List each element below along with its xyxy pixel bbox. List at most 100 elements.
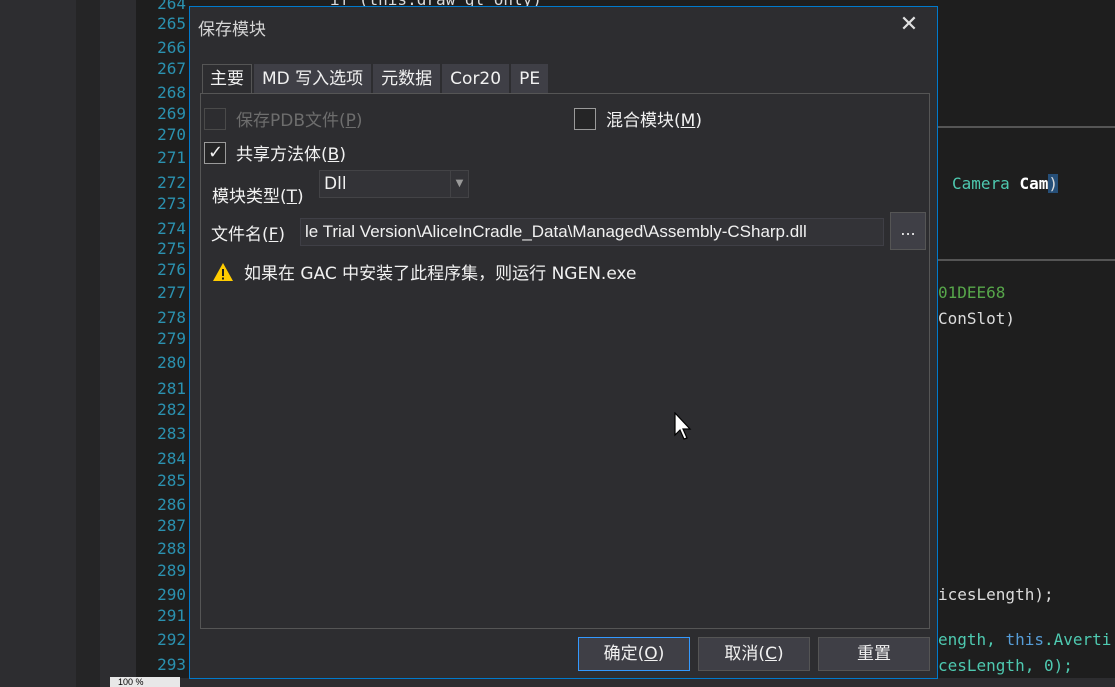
line-number: 267 bbox=[157, 59, 186, 78]
filename-label: 文件名(F) bbox=[211, 220, 285, 245]
tab-cor20[interactable]: Cor20 bbox=[442, 64, 510, 93]
access-key: O bbox=[644, 644, 658, 664]
code-line-292: ength, this.Averti bbox=[938, 632, 1111, 648]
label-text: 保存PDB文件( bbox=[236, 111, 346, 131]
tab-panel-main: 保存PDB文件(P) 混合模块(M) ✓ 共享方法体(B) 模块类型(T) bbox=[200, 93, 930, 629]
browse-button[interactable]: ... bbox=[890, 212, 926, 250]
save-module-dialog: 保存模块 ✕ 主要 MD 写入选项 元数据 Cor20 PE 保存PDB文件(P… bbox=[189, 6, 938, 679]
mouse-cursor-icon bbox=[674, 412, 692, 440]
checkmark-icon: ✓ bbox=[208, 141, 224, 163]
code-line-290: icesLength); bbox=[938, 585, 1054, 604]
tab-pe[interactable]: PE bbox=[511, 64, 549, 93]
module-type-label: 模块类型(T) bbox=[212, 182, 304, 207]
line-number: 292 bbox=[157, 630, 186, 649]
ngen-warning: 如果在 GAC 中安装了此程序集，则运行 NGEN.exe bbox=[212, 259, 637, 284]
line-number: 281 bbox=[157, 379, 186, 398]
code-line-277: 01DEE68 bbox=[938, 283, 1006, 302]
line-number: 268 bbox=[157, 83, 186, 102]
dialog-title: 保存模块 bbox=[198, 20, 266, 40]
tab-metadata[interactable]: 元数据 bbox=[373, 64, 441, 93]
button-suffix: ) bbox=[657, 644, 665, 664]
access-key: P bbox=[345, 111, 356, 131]
code-line-272: Camera Cam) bbox=[952, 174, 1058, 193]
mixed-mode-label: 混合模块(M) bbox=[606, 106, 702, 131]
line-number: 289 bbox=[157, 561, 186, 580]
button-text: 确定( bbox=[603, 644, 645, 664]
checkbox-box[interactable] bbox=[574, 107, 596, 130]
line-number: 280 bbox=[157, 353, 186, 372]
this-keyword: this bbox=[1005, 630, 1044, 649]
line-number: 274 bbox=[157, 219, 186, 238]
line-number: 269 bbox=[157, 104, 186, 123]
code-line-278: ConSlot) bbox=[938, 309, 1016, 328]
line-number: 288 bbox=[157, 539, 186, 558]
label-suffix: ) bbox=[339, 145, 346, 165]
label-text: 混合模块( bbox=[606, 111, 681, 131]
chevron-down-icon[interactable]: ▼ bbox=[450, 171, 468, 197]
line-number: 287 bbox=[157, 516, 186, 535]
save-pdb-checkbox: 保存PDB文件(P) bbox=[204, 106, 363, 131]
label-text: 共享方法体( bbox=[236, 145, 328, 165]
share-method-bodies-label: 共享方法体(B) bbox=[236, 140, 346, 165]
module-type-value: Dll bbox=[324, 174, 347, 194]
code-line-293: cesLength, 0); bbox=[938, 656, 1073, 675]
paren-token: ) bbox=[1048, 174, 1058, 193]
method-separator-2 bbox=[938, 259, 1115, 261]
filename-input[interactable]: le Trial Version\AliceInCradle_Data\Mana… bbox=[300, 218, 884, 246]
line-number: 291 bbox=[157, 606, 186, 625]
line-number: 277 bbox=[157, 283, 186, 302]
line-number: 276 bbox=[157, 260, 186, 279]
access-key: T bbox=[286, 187, 298, 207]
code-token: .Averti bbox=[1043, 630, 1112, 649]
scroll-strip bbox=[76, 0, 100, 687]
checkbox-box[interactable]: ✓ bbox=[204, 141, 226, 164]
param-token: Cam bbox=[1019, 174, 1049, 193]
line-number: 265 bbox=[157, 14, 186, 33]
method-separator bbox=[938, 126, 1115, 128]
solution-panel bbox=[0, 0, 76, 687]
checkbox-box bbox=[204, 107, 226, 130]
label-suffix: ) bbox=[355, 111, 363, 131]
line-number: 264 bbox=[157, 0, 186, 13]
filename-value: le Trial Version\AliceInCradle_Data\Mana… bbox=[305, 222, 807, 241]
label-text: 文件名( bbox=[211, 225, 269, 245]
save-pdb-label: 保存PDB文件(P) bbox=[236, 106, 363, 131]
line-number: 273 bbox=[157, 194, 186, 213]
close-icon[interactable]: ✕ bbox=[895, 11, 923, 39]
label-suffix: ) bbox=[297, 187, 304, 207]
access-key: M bbox=[680, 111, 696, 131]
reset-button[interactable]: 重置 bbox=[818, 637, 930, 671]
label-suffix: ) bbox=[695, 111, 702, 131]
line-number: 271 bbox=[157, 148, 186, 167]
label-text: 模块类型( bbox=[212, 187, 287, 207]
share-method-bodies-checkbox[interactable]: ✓ 共享方法体(B) bbox=[204, 140, 346, 165]
type-token: Camera bbox=[952, 174, 1010, 193]
line-number: 270 bbox=[157, 125, 186, 144]
line-number: 279 bbox=[157, 329, 186, 348]
access-key: F bbox=[268, 225, 279, 245]
mixed-mode-checkbox[interactable]: 混合模块(M) bbox=[574, 106, 702, 131]
ok-button[interactable]: 确定(O) bbox=[578, 637, 690, 671]
line-number: 266 bbox=[157, 38, 186, 57]
line-number: 272 bbox=[157, 173, 186, 192]
button-suffix: ) bbox=[776, 644, 784, 664]
line-number: 283 bbox=[157, 424, 186, 443]
margin-strip bbox=[100, 0, 136, 687]
code-token: ength, bbox=[938, 630, 1006, 649]
module-type-select[interactable]: Dll ▼ bbox=[319, 170, 469, 198]
access-key: B bbox=[327, 145, 340, 165]
line-number: 293 bbox=[157, 655, 186, 674]
tab-main[interactable]: 主要 bbox=[202, 64, 252, 95]
tab-strip: 主要 MD 写入选项 元数据 Cor20 PE bbox=[202, 64, 550, 95]
line-number: 282 bbox=[157, 400, 186, 419]
warning-text: 如果在 GAC 中安装了此程序集，则运行 NGEN.exe bbox=[244, 264, 637, 284]
tab-md-write-options[interactable]: MD 写入选项 bbox=[254, 64, 372, 93]
line-number: 286 bbox=[157, 495, 186, 514]
zoom-level[interactable]: 100 % bbox=[110, 677, 180, 687]
button-text: 取消( bbox=[724, 644, 766, 664]
line-number: 284 bbox=[157, 449, 186, 468]
cancel-button[interactable]: 取消(C) bbox=[698, 637, 810, 671]
line-number: 275 bbox=[157, 239, 186, 258]
line-number: 285 bbox=[157, 471, 186, 490]
editor-statusbar bbox=[110, 678, 1115, 687]
